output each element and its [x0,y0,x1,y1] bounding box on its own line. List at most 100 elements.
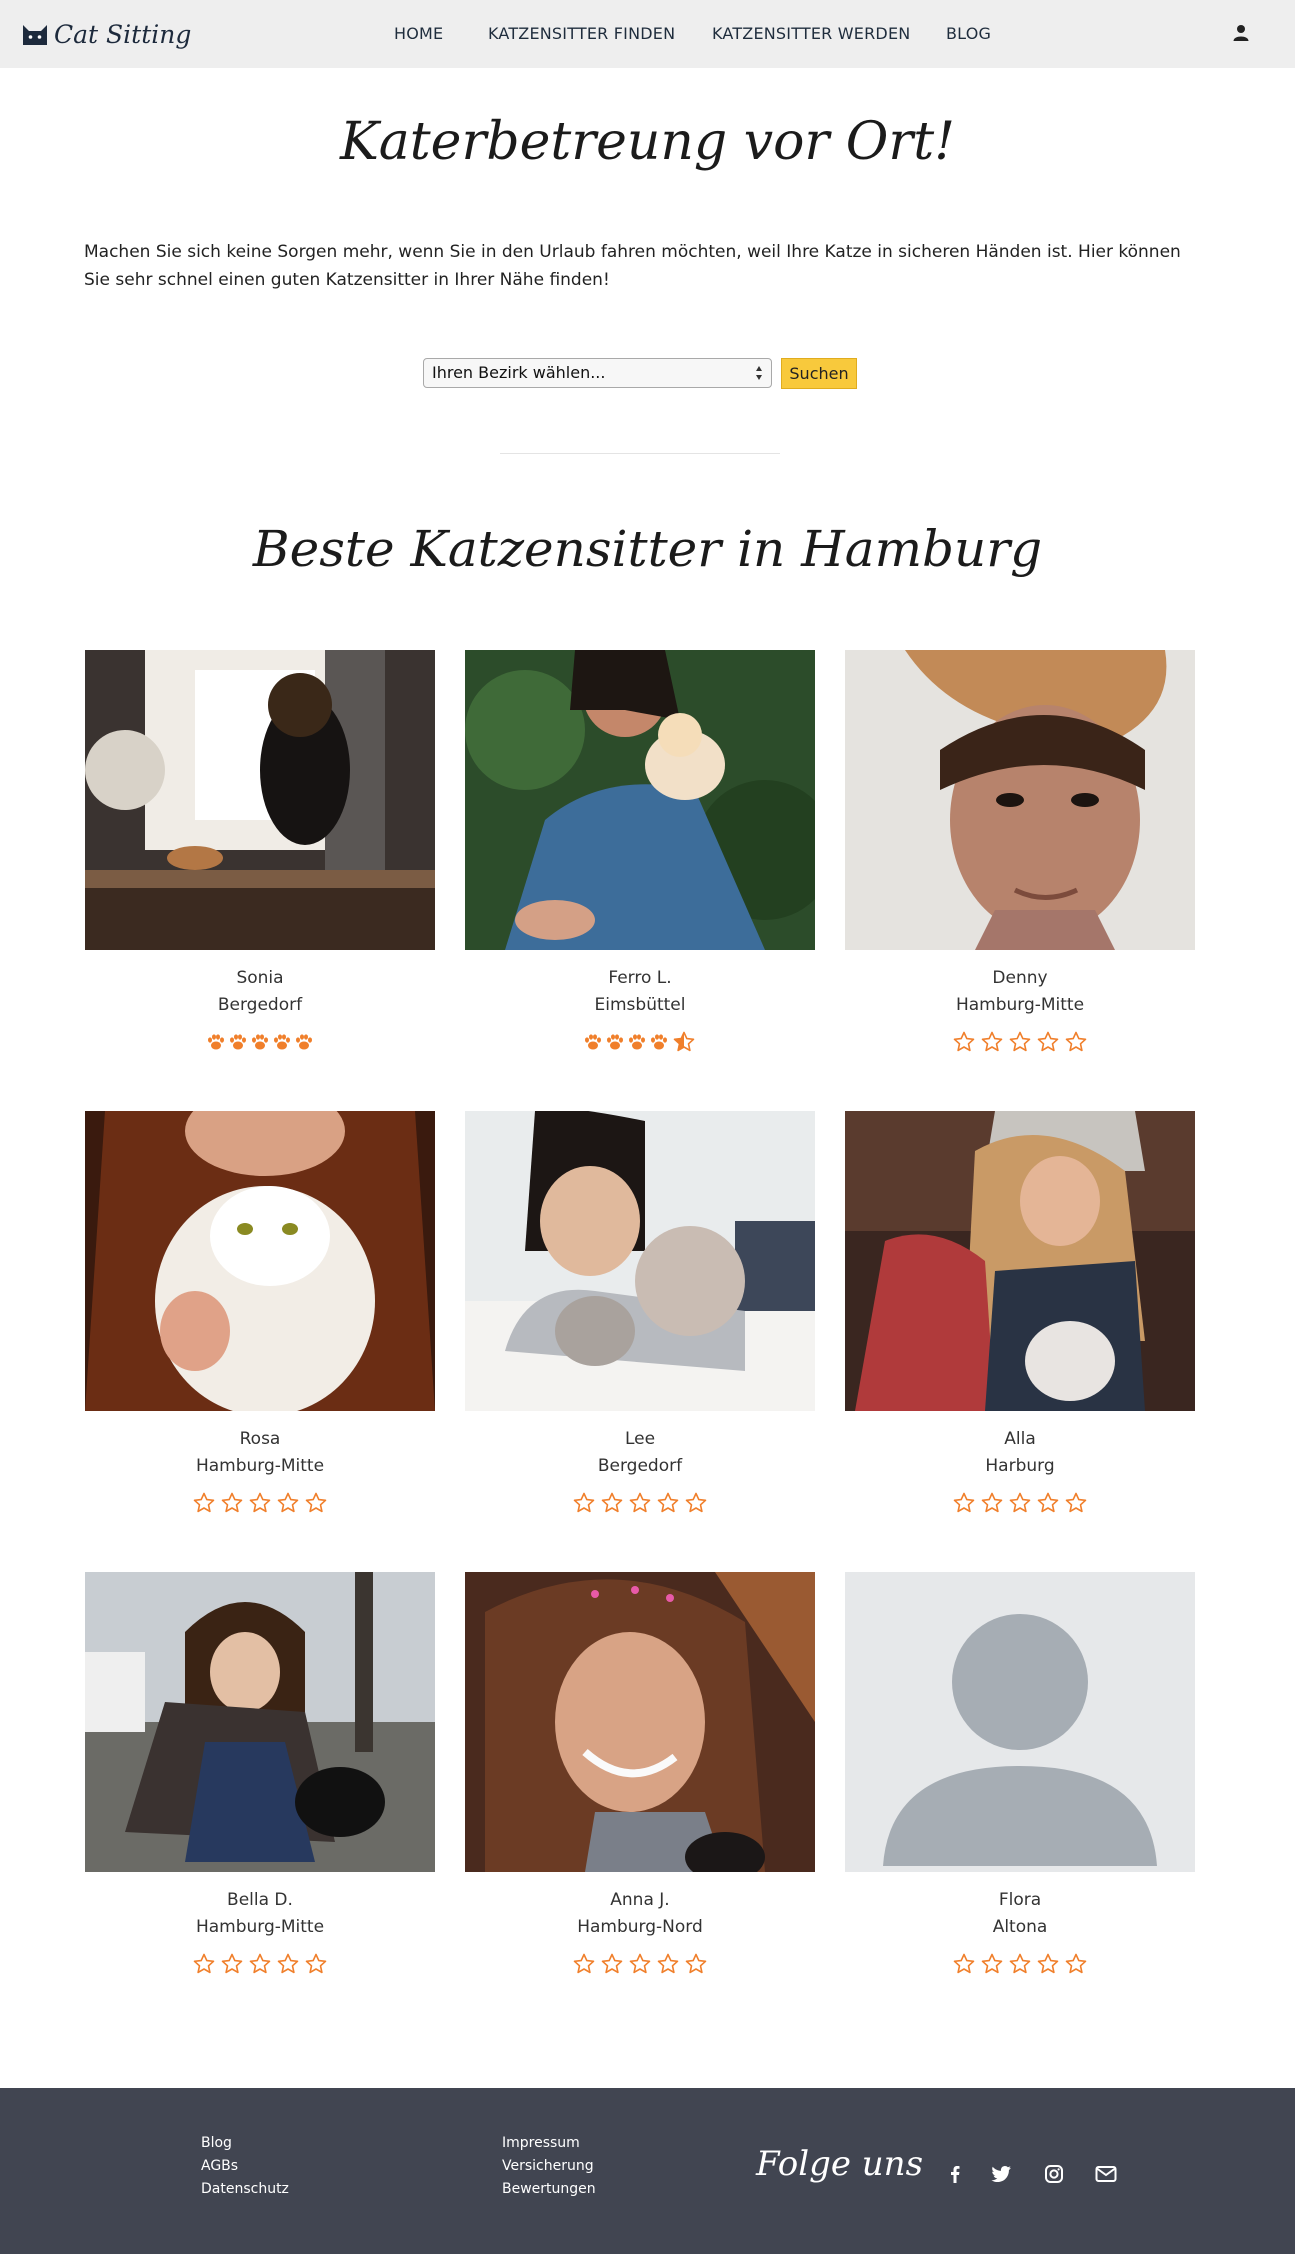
footer-link-bewertungen[interactable]: Bewertungen [502,2178,596,2201]
facebook-icon[interactable] [943,2162,967,2186]
sitter-name: Rosa [239,1429,281,1449]
sitter-photo[interactable] [85,650,435,950]
footer: Blog AGBs Datenschutz Impressum Versiche… [0,2088,1295,2254]
sitter-location: Hamburg-Mitte [955,995,1085,1015]
sitter-rating [845,1948,1195,1978]
paw-icon [208,1033,224,1049]
sitter-photo[interactable] [465,1111,815,1411]
sitter-rating [465,1948,815,1978]
sitter-name: Anna J. [610,1890,670,1910]
sitter-name: Lee [624,1429,656,1449]
sitter-photo[interactable] [85,1111,435,1411]
sitter-name: Alla [1004,1429,1036,1449]
star-outline-icon [657,1492,679,1512]
paw-icon [296,1033,312,1049]
nav-become-sitter[interactable]: KATZENSITTER WERDEN [712,22,910,46]
nav-blog[interactable]: BLOG [946,22,991,46]
footer-links-col2: Impressum Versicherung Bewertungen [502,2132,596,2201]
sitter-location: Hamburg-Nord [577,1917,703,1937]
brand-logo[interactable]: Cat Sitting [20,16,191,52]
star-outline-icon [953,1031,975,1051]
star-half-icon [673,1031,695,1051]
star-outline-icon [685,1953,707,1973]
star-outline-icon [1037,1031,1059,1051]
sitter-location: Hamburg-Mitte [195,1917,325,1937]
paw-icon [252,1033,268,1049]
star-outline-icon [221,1953,243,1973]
paw-icon [607,1033,623,1049]
sitter-rating [85,1487,435,1517]
footer-link-datenschutz[interactable]: Datenschutz [201,2178,289,2201]
star-outline-icon [629,1492,651,1512]
nav-find-sitter[interactable]: KATZENSITTER FINDEN [488,22,675,46]
sitter-location: Altona [992,1917,1048,1937]
star-outline-icon [953,1953,975,1973]
sitter-card[interactable]: Rosa Hamburg-Mitte [85,1111,435,1531]
star-outline-icon [685,1492,707,1512]
star-outline-icon [657,1953,679,1973]
sitter-rating [85,1026,435,1056]
nav-home[interactable]: HOME [394,22,443,46]
footer-links-col1: Blog AGBs Datenschutz [201,2132,289,2201]
sitter-rating [465,1487,815,1517]
avatar-placeholder[interactable] [845,1572,1195,1872]
search-button[interactable]: Suchen [781,358,857,389]
sitter-location: Bergedorf [597,1456,683,1476]
footer-link-impressum[interactable]: Impressum [502,2132,596,2155]
sitter-card[interactable]: Alla Harburg [845,1111,1195,1531]
star-outline-icon [305,1492,327,1512]
star-outline-icon [573,1492,595,1512]
section-title: Beste Katzensitter in Hamburg [252,520,1043,578]
sitter-card[interactable]: Ferro L. Eimsbüttel [465,650,815,1070]
sitter-name: Bella D. [227,1890,293,1910]
star-outline-icon [573,1953,595,1973]
sitter-location: Eimsbüttel [594,995,686,1015]
sitter-photo[interactable] [845,1111,1195,1411]
sitter-rating [845,1026,1195,1056]
sitter-card[interactable]: Sonia Bergedorf [85,650,435,1070]
sitter-photo[interactable] [465,650,815,950]
user-icon[interactable] [1232,24,1250,42]
top-navbar: Cat Sitting HOME KATZENSITTER FINDEN KAT… [0,0,1295,68]
sitter-rating [465,1026,815,1056]
star-outline-icon [221,1492,243,1512]
sitter-photo[interactable] [845,650,1195,950]
star-outline-icon [601,1953,623,1973]
mail-icon[interactable] [1094,2162,1118,2186]
sitter-photo[interactable] [85,1572,435,1872]
sitter-name: Ferro L. [608,968,672,988]
star-outline-icon [193,1953,215,1973]
sitter-card[interactable]: Denny Hamburg-Mitte [845,650,1195,1070]
paw-icon [230,1033,246,1049]
paw-icon [274,1033,290,1049]
sitter-card[interactable]: Lee Bergedorf [465,1111,815,1531]
star-outline-icon [953,1492,975,1512]
sitter-name: Sonia [236,968,284,988]
star-outline-icon [277,1953,299,1973]
star-outline-icon [249,1492,271,1512]
sitter-location: Harburg [985,1456,1055,1476]
sitter-name: Denny [992,968,1048,988]
star-outline-icon [249,1953,271,1973]
sitter-card[interactable]: Flora Altona [845,1572,1195,1992]
twitter-icon[interactable] [989,2162,1013,2186]
star-outline-icon [981,1031,1003,1051]
footer-link-agbs[interactable]: AGBs [201,2155,289,2178]
footer-link-blog[interactable]: Blog [201,2132,289,2155]
star-outline-icon [1009,1031,1031,1051]
paw-icon [651,1033,667,1049]
cat-logo-icon [23,25,47,45]
district-select-value: Ihren Bezirk wählen... [432,363,606,382]
sitter-location: Bergedorf [217,995,303,1015]
sitter-card[interactable]: Anna J. Hamburg-Nord [465,1572,815,1992]
instagram-icon[interactable] [1042,2162,1066,2186]
star-outline-icon [277,1492,299,1512]
sitter-card[interactable]: Bella D. Hamburg-Mitte [85,1572,435,1992]
star-outline-icon [1009,1953,1031,1973]
paw-icon [629,1033,645,1049]
district-select[interactable]: Ihren Bezirk wählen... [423,358,772,388]
sitter-rating [845,1487,1195,1517]
footer-link-versicherung[interactable]: Versicherung [502,2155,596,2178]
sitter-photo[interactable] [465,1572,815,1872]
brand-name: Cat Sitting [54,19,192,49]
